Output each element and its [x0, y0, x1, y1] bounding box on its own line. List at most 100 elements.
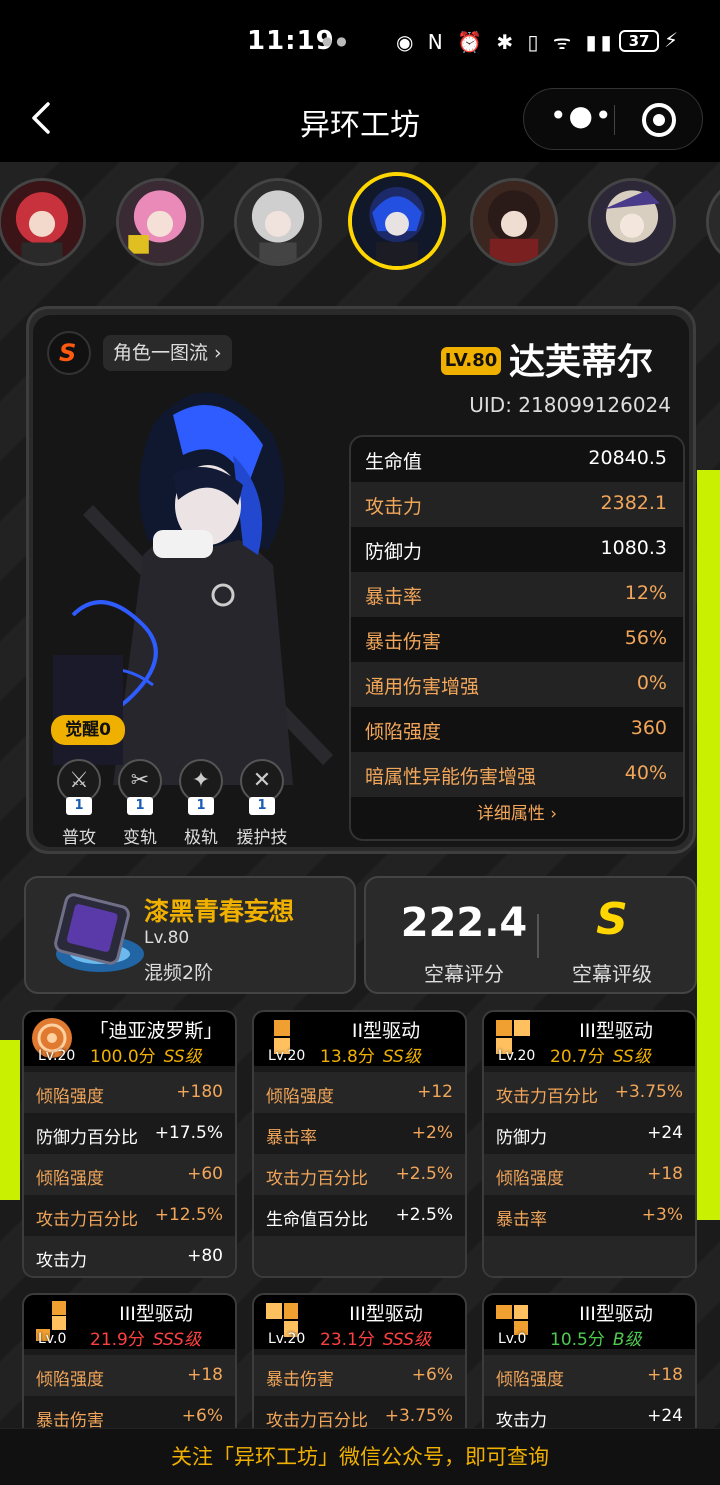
disc-substat: 防御力 +24	[484, 1113, 695, 1154]
substat-label: 暴击率	[496, 1210, 547, 1230]
stat-label: 暗属性异能伤害增强	[365, 766, 537, 788]
character-avatar-selected[interactable]	[348, 172, 446, 270]
character-avatar[interactable]	[470, 178, 558, 266]
substat-value: +60	[187, 1164, 223, 1184]
stat-label: 生命值	[365, 451, 423, 473]
disc-substat: 倾陷强度 +12	[254, 1072, 465, 1113]
close-miniprogram-icon[interactable]	[642, 103, 676, 137]
character-avatar[interactable]	[234, 178, 322, 266]
footer-text: 关注「异环工坊」微信公众号，即可查询	[171, 1445, 549, 1469]
character-avatar[interactable]	[588, 178, 676, 266]
disc-card[interactable]: Lv.0 III型驱动 10.5分 B级 倾陷强度 +18 攻击力 +24	[482, 1293, 697, 1438]
disc-score: 100.0分 SS级	[90, 1042, 202, 1067]
substat-label: 防御力	[496, 1128, 547, 1148]
stat-row: 生命值 20840.5	[351, 437, 683, 482]
decor-stripe	[697, 470, 720, 1220]
disc-substat-empty	[484, 1236, 695, 1276]
disc-rank: SS级	[612, 1047, 651, 1067]
disc-substat: 防御力百分比 +17.5%	[24, 1113, 235, 1154]
substat-label: 暴击伤害	[266, 1370, 334, 1390]
disc-substat: 攻击力百分比 +2.5%	[254, 1154, 465, 1195]
disc-header: Lv.0 III型驱动 21.9分 SSS级	[24, 1295, 235, 1350]
character-gallery-button[interactable]: 角色一图流 ›	[103, 335, 232, 371]
stat-value: 40%	[624, 762, 667, 784]
disc-card[interactable]: Lv.20 III型驱动 20.7分 SS级 攻击力百分比 +3.75% 防御力 +2…	[482, 1010, 697, 1278]
weapon-icon	[54, 893, 144, 972]
disc-card[interactable]: Lv.20 III型驱动 23.1分 SSS级 暴击伤害 +6% 攻击力百分比 +3.…	[252, 1293, 467, 1438]
disc-substat: 倾陷强度 +18	[484, 1355, 695, 1396]
stat-value: 12%	[624, 582, 667, 604]
stat-row: 攻击力 2382.1	[351, 482, 683, 527]
score-value: 222.4	[400, 900, 528, 946]
battery-icon: 37	[619, 30, 659, 52]
stat-row: 倾陷强度 360	[351, 707, 683, 752]
disc-name: III型驱动	[349, 1303, 423, 1325]
disc-score: 13.8分 SS级	[320, 1042, 421, 1067]
disc-card[interactable]: Lv.20 「迪亚波罗斯」 100.0分 SS级 倾陷强度 +180 防御力百分比 +…	[22, 1010, 237, 1278]
substat-value: +18	[647, 1164, 683, 1184]
disc-level: Lv.20	[498, 1048, 536, 1064]
disc-substat: 倾陷强度 +180	[24, 1072, 235, 1113]
score-label: 空幕评分	[424, 962, 504, 986]
substat-value: +180	[176, 1082, 223, 1102]
stat-value: 1080.3	[600, 537, 667, 559]
substat-value: +24	[647, 1406, 683, 1426]
more-icon[interactable]: •●•	[550, 101, 613, 131]
disc-substat: 暴击率 +3%	[484, 1195, 695, 1236]
substat-label: 攻击力	[36, 1251, 87, 1271]
disc-score-value: 21.9分	[90, 1330, 145, 1350]
skill-shift[interactable]: ✂ 1 变轨	[110, 759, 170, 847]
disc-name: III型驱动	[119, 1303, 193, 1325]
stat-value: 20840.5	[588, 447, 667, 469]
disc-rank: B级	[612, 1330, 642, 1350]
status-icons: ◉ N ⏰ ✱ ▯ ᯤ ▮▮	[396, 30, 616, 54]
stat-value: 360	[630, 717, 667, 739]
disc-substat: 倾陷强度 +60	[24, 1154, 235, 1195]
disc-level: Lv.0	[498, 1331, 527, 1347]
character-avatar-strip[interactable]	[0, 172, 720, 272]
disc-header: Lv.0 III型驱动 10.5分 B级	[484, 1295, 695, 1350]
disc-score-value: 100.0分	[90, 1047, 156, 1067]
character-avatar[interactable]	[706, 178, 720, 266]
weapon-level: Lv.80	[144, 928, 190, 948]
skill-label: 变轨	[123, 828, 157, 847]
stat-row: 暴击率 12%	[351, 572, 683, 617]
character-card: S 角色一图流 › LV.80 达芙蒂尔 UID: 218099126024 生…	[26, 306, 696, 854]
app-logo: S	[47, 331, 91, 375]
disc-card[interactable]: Lv.0 III型驱动 21.9分 SSS级 倾陷强度 +18 暴击伤害 +6%	[22, 1293, 237, 1438]
skill-label: 极轨	[184, 828, 218, 847]
skill-support[interactable]: ✕ 1 援护技	[232, 759, 292, 847]
weapon-card[interactable]: 漆黑青春妄想 Lv.80 混频2阶	[24, 876, 356, 994]
grade-label: 空幕评级	[572, 962, 652, 986]
skill-label: 普攻	[62, 828, 96, 847]
stat-value: 56%	[624, 627, 667, 649]
detail-attributes-link[interactable]: 详细属性 ›	[351, 799, 683, 824]
substat-value: +18	[187, 1365, 223, 1385]
substat-value: +80	[187, 1246, 223, 1266]
substat-value: +12	[417, 1082, 453, 1102]
stat-row: 通用伤害增强 0%	[351, 662, 683, 707]
character-avatar[interactable]	[0, 178, 86, 266]
character-avatar[interactable]	[116, 178, 204, 266]
disc-substat: 生命值百分比 +2.5%	[254, 1195, 465, 1236]
disc-name: 「迪亚波罗斯」	[89, 1020, 223, 1042]
status-bar: 11:19 ● ● ◉ N ⏰ ✱ ▯ ᯤ ▮▮ 37 ⚡	[0, 0, 720, 82]
stats-panel: 生命值 20840.5 攻击力 2382.1 防御力 1080.3 暴击率 12% 暴击…	[349, 435, 685, 841]
character-card-inner: S 角色一图流 › LV.80 达芙蒂尔 UID: 218099126024 生…	[33, 315, 689, 847]
skill-ultimate[interactable]: ✦ 1 极轨	[171, 759, 231, 847]
skill-level: 1	[127, 797, 153, 815]
stat-row: 暗属性异能伤害增强 40%	[351, 752, 683, 797]
disc-substat: 暴击率 +2%	[254, 1113, 465, 1154]
substat-value: +2%	[411, 1123, 453, 1143]
disc-card[interactable]: Lv.20 II型驱动 13.8分 SS级 倾陷强度 +12 暴击率 +2% 攻击力百…	[252, 1010, 467, 1278]
stat-value: 0%	[636, 672, 667, 694]
substat-value: +6%	[181, 1406, 223, 1426]
skill-basic-attack[interactable]: ⚔ 1 普攻	[49, 759, 109, 847]
disc-substat: 攻击力百分比 +3.75%	[484, 1072, 695, 1113]
disc-level: Lv.20	[268, 1331, 306, 1347]
substat-label: 攻击力百分比	[36, 1210, 138, 1230]
substat-label: 倾陷强度	[496, 1370, 564, 1390]
substat-value: +24	[647, 1123, 683, 1143]
substat-label: 倾陷强度	[36, 1370, 104, 1390]
disc-score: 23.1分 SSS级	[320, 1325, 431, 1350]
